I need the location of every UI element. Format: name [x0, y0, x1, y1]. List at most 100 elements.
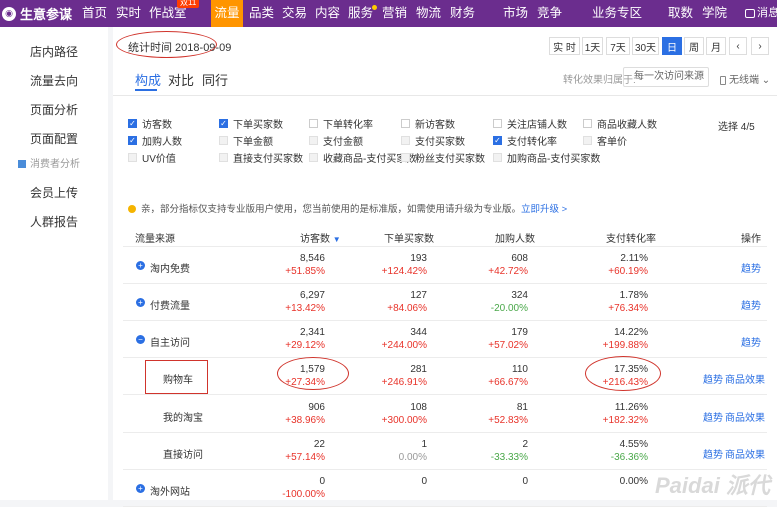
metric-change: +60.19%	[608, 266, 648, 277]
col-visitors[interactable]: 访客数 ▼	[300, 230, 341, 245]
checkbox-box	[583, 136, 592, 145]
checkbox-label: 客单价	[597, 137, 627, 148]
sidebar-item[interactable]: 页面配置	[30, 130, 78, 147]
metric-change: +42.72%	[488, 266, 528, 277]
sidebar-item[interactable]: 人群报告	[30, 213, 78, 230]
source-name: 付费流量	[150, 301, 190, 312]
sidebar-item[interactable]: 会员上传	[30, 184, 78, 201]
metric-checkbox: 客单价	[583, 133, 627, 148]
metric-checkbox[interactable]: 关注店铺人数	[493, 116, 567, 131]
source-name: 淘内免费	[150, 264, 190, 275]
nav-item[interactable]: 内容	[315, 0, 340, 27]
source-name: 自主访问	[150, 338, 190, 349]
expand-icon[interactable]: +	[136, 484, 145, 493]
metric-checkbox[interactable]: ✓ 加购人数	[128, 133, 182, 148]
app-logo[interactable]: ◉ 生意参谋	[0, 4, 78, 23]
trend-link[interactable]: 趋势	[703, 446, 723, 461]
sidebar-item[interactable]: 页面分析	[30, 101, 78, 118]
metric-value: 324	[511, 290, 528, 301]
product-effect-link[interactable]: 商品效果	[725, 409, 765, 424]
nav-item[interactable]: 交易	[282, 0, 308, 27]
trend-link[interactable]: 趋势	[741, 260, 761, 275]
time-btn-month[interactable]: 月	[706, 37, 726, 55]
upgrade-notice: 亲，部分指标仅支持专业版用户使用，您当前使用的是标准版，如需使用请升级为专业版。…	[128, 201, 567, 215]
nav-item[interactable]: 首页	[82, 0, 107, 27]
metric-change: +66.67%	[488, 377, 528, 388]
device-select[interactable]: 无线端 ⌄	[720, 71, 770, 86]
nav-item-label: 取数	[668, 6, 694, 20]
nav-item[interactable]: 实时	[116, 0, 142, 27]
expand-icon[interactable]: +	[136, 298, 145, 307]
metric-checkbox[interactable]: ✓ 支付转化率	[493, 133, 557, 148]
metric-change: +76.34%	[608, 303, 648, 314]
nav-item[interactable]: 流量	[211, 0, 243, 27]
metric-value: 608	[511, 253, 528, 264]
nav-item-label: 实时	[116, 6, 142, 20]
upgrade-link[interactable]: 立即升级 >	[521, 204, 567, 215]
sidebar-section-header: 消费者分析	[18, 155, 80, 170]
nav-item[interactable]: 市场	[503, 0, 528, 27]
metric-change: +57.02%	[488, 340, 528, 351]
nav-item[interactable]: 营销	[382, 0, 407, 27]
nav-item[interactable]: 财务	[450, 0, 475, 27]
checkbox-label: 关注店铺人数	[507, 120, 567, 131]
product-effect-link[interactable]: 商品效果	[725, 446, 765, 461]
metric-checkbox[interactable]: ✓ 下单买家数	[219, 116, 283, 131]
tab-composition[interactable]: 构成	[135, 70, 161, 89]
trend-link[interactable]: 趋势	[741, 297, 761, 312]
source-name: 我的淘宝	[163, 413, 203, 424]
checkbox-label: 支付买家数	[415, 137, 465, 148]
main-panel	[113, 27, 777, 500]
nav-item[interactable]: 品类	[249, 0, 274, 27]
nav-item-label: 物流	[416, 6, 442, 20]
metric-checkbox[interactable]: ✓ 访客数	[128, 116, 172, 131]
nav-item-label: 交易	[282, 6, 308, 20]
nav-item[interactable]: 取数	[668, 0, 694, 27]
device-label: 无线端	[729, 75, 759, 86]
nav-item[interactable]: 业务专区	[592, 0, 642, 27]
collapse-icon[interactable]: −	[136, 335, 145, 344]
metric-checkbox: 直接支付买家数	[219, 150, 303, 165]
checkbox-box	[219, 153, 228, 162]
next-arrow-icon[interactable]: ›	[751, 37, 769, 55]
trend-link[interactable]: 趋势	[741, 334, 761, 349]
chart-icon	[18, 160, 26, 169]
tab-compare[interactable]: 对比	[168, 70, 194, 89]
nav-item[interactable]: 作战室 双11	[149, 0, 200, 27]
time-btn-1d[interactable]: 1天	[582, 37, 603, 55]
product-effect-link[interactable]: 商品效果	[725, 371, 765, 386]
metric-value: 81	[516, 402, 528, 413]
trend-link[interactable]: 趋势	[703, 371, 723, 386]
checkbox-label: 加购人数	[142, 137, 182, 148]
metric-change: +246.91%	[381, 377, 427, 388]
checkbox-label: UV价值	[142, 154, 176, 165]
attribution-select[interactable]: 每一次访问来源 ⌄	[623, 67, 709, 87]
sidebar-item[interactable]: 店内路径	[30, 43, 78, 60]
time-btn-30d[interactable]: 30天	[632, 37, 659, 55]
prev-arrow-icon[interactable]: ‹	[729, 37, 747, 55]
nav-item[interactable]: 服务	[348, 0, 377, 27]
checkbox-label: 加购商品-支付买家数	[507, 154, 601, 165]
nav-item-label: 竞争	[537, 6, 563, 20]
trend-link[interactable]: 趋势	[703, 409, 723, 424]
nav-item-label: 学院	[702, 6, 728, 20]
nav-item[interactable]: 竞争	[537, 0, 563, 27]
metric-value: 0	[421, 476, 427, 487]
nav-item[interactable]: 学院	[702, 0, 728, 27]
metric-checkbox[interactable]: 新访客数	[401, 116, 455, 131]
time-btn-day[interactable]: 日	[662, 37, 682, 55]
time-btn-week[interactable]: 周	[684, 37, 704, 55]
messages-link[interactable]: 消息	[745, 0, 777, 27]
sidebar-item[interactable]: 流量去向	[30, 72, 78, 89]
metric-checkbox[interactable]: 下单转化率	[309, 116, 373, 131]
expand-icon[interactable]: +	[136, 261, 145, 270]
nav-item[interactable]: 物流	[416, 0, 442, 27]
tab-peers[interactable]: 同行	[202, 70, 228, 89]
col-visitors-label: 访客数	[300, 234, 330, 245]
checkbox-label: 下单买家数	[233, 120, 283, 131]
checkbox-box	[309, 153, 318, 162]
time-btn-7d[interactable]: 7天	[606, 37, 630, 55]
time-btn-realtime[interactable]: 实 时	[549, 37, 580, 55]
metric-value: 11.26%	[614, 402, 648, 413]
metric-checkbox[interactable]: 商品收藏人数	[583, 116, 657, 131]
